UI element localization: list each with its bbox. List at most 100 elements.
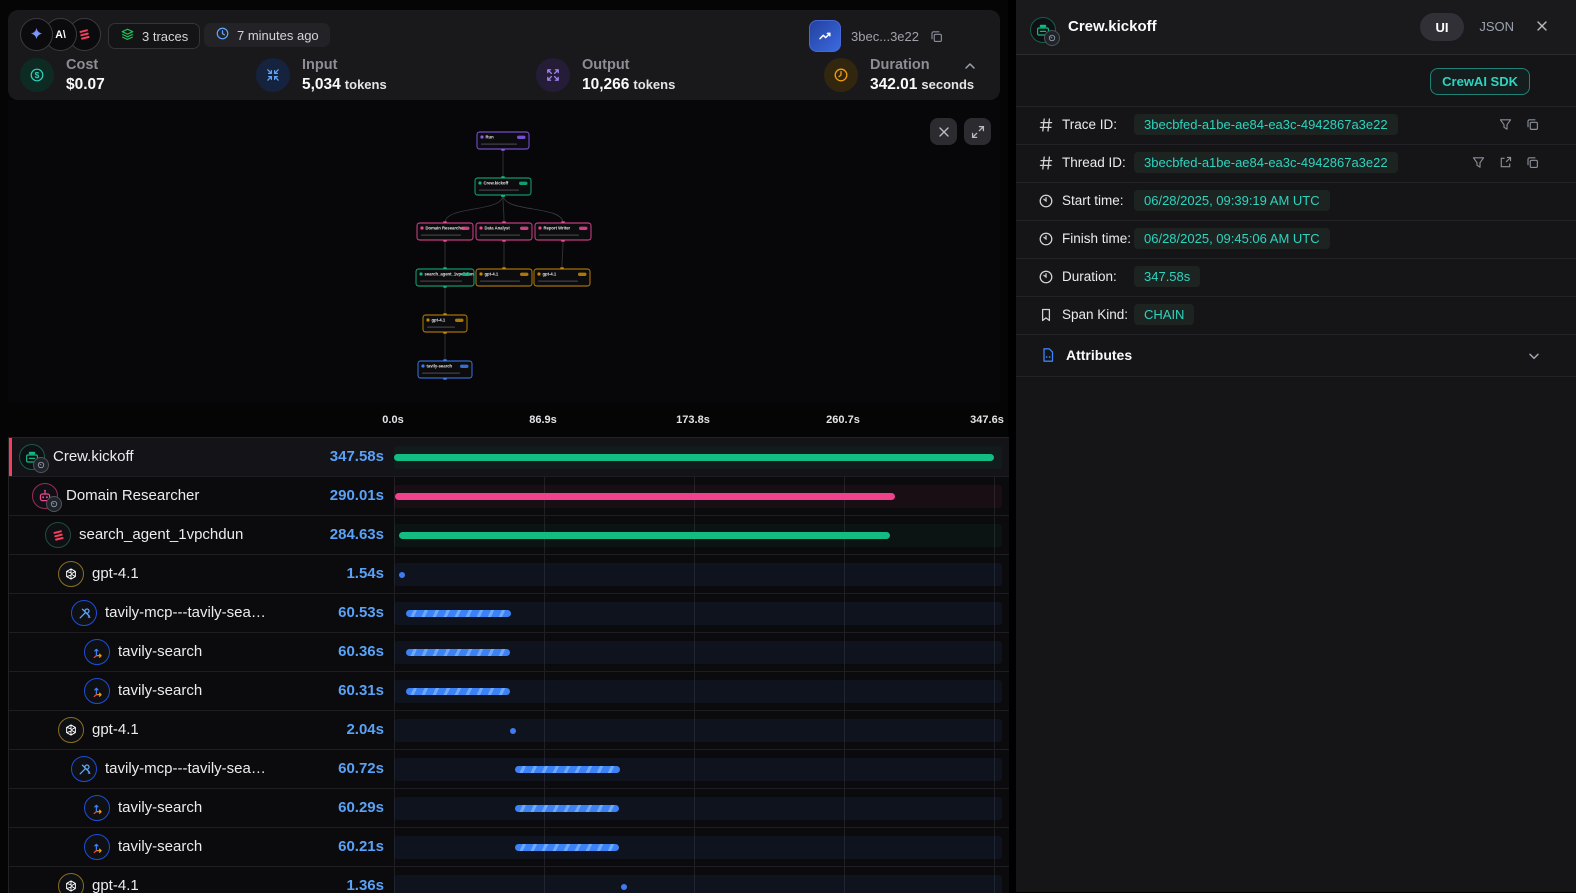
sdk-badge-row: CrewAI SDK	[1016, 54, 1576, 106]
span-row-tavily-search[interactable]: tavily-search60.36s	[9, 633, 1009, 672]
field-label: Start time:	[1062, 193, 1124, 208]
timeline-track	[394, 797, 1002, 820]
doc-icon	[1040, 347, 1056, 368]
metric-label: Input	[302, 57, 337, 73]
field-value[interactable]: 347.58s	[1134, 266, 1200, 287]
trace-age-label: 7 minutes ago	[237, 28, 319, 43]
span-details-panel: Crew.kickoff UI JSON CrewAI SDK Trace ID…	[1016, 0, 1576, 892]
graph-node-llm1[interactable]: gpt-4.1	[423, 315, 467, 332]
provider-avatars: A\	[20, 18, 101, 52]
span-bar[interactable]	[406, 610, 511, 617]
metric-value: 5,034	[302, 76, 341, 93]
span-row-tavily-mcp-tavily-sea-[interactable]: tavily-mcp---tavily-sea…60.72s	[9, 750, 1009, 789]
external-icon[interactable]	[1498, 155, 1513, 170]
copy-icon[interactable]	[929, 29, 944, 44]
span-row-domain-researcher[interactable]: Domain Researcher290.01s	[9, 477, 1009, 516]
openai-icon	[58, 717, 84, 743]
span-label: tavily-search	[118, 799, 202, 816]
metric-output: Output10,266tokens	[536, 54, 675, 96]
gauge-badge-icon	[46, 496, 62, 512]
metric-unit: seconds	[921, 77, 974, 92]
span-row-tavily-search[interactable]: tavily-search60.31s	[9, 672, 1009, 711]
span-label: search_agent_1vpchdun	[79, 526, 243, 543]
span-bar[interactable]	[395, 493, 896, 500]
span-bar[interactable]	[406, 649, 510, 656]
trace-id-chip: 3bec...3e22	[809, 20, 944, 52]
span-row-search-agent-1vpchdun[interactable]: search_agent_1vpchdun 284.63s	[9, 516, 1009, 555]
span-row-tavily-search[interactable]: tavily-search60.29s	[9, 789, 1009, 828]
span-row-crew-kickoff[interactable]: Crew.kickoff 347.58s	[9, 438, 1009, 477]
graph-node-search[interactable]: search_agent_1vpchdun	[416, 269, 474, 286]
svg-text:Crew.kickoff: Crew.kickoff	[484, 181, 509, 186]
span-bar[interactable]	[515, 805, 619, 812]
graph-node-domain[interactable]: Domain Researcher	[417, 223, 473, 240]
copy-icon[interactable]	[1525, 155, 1540, 170]
span-bar[interactable]	[394, 454, 994, 461]
svg-text:gpt-4.1: gpt-4.1	[432, 318, 446, 323]
gemini-sparkle-logo	[20, 18, 53, 51]
span-bar[interactable]	[515, 766, 620, 773]
span-bar[interactable]	[621, 884, 627, 890]
span-label: tavily-search	[118, 838, 202, 855]
field-duration-: Duration:347.58s	[1016, 259, 1576, 297]
metric-input: Input5,034tokens	[256, 54, 387, 96]
filter-icon[interactable]	[1471, 155, 1486, 170]
graph-node-llm3[interactable]: gpt-4.1	[534, 269, 590, 286]
span-row-gpt-4-1[interactable]: gpt-4.12.04s	[9, 711, 1009, 750]
span-bar[interactable]	[399, 532, 890, 539]
graph-node-llm2[interactable]: gpt-4.1	[476, 269, 532, 286]
span-bar[interactable]	[510, 728, 516, 734]
span-row-gpt-4-1[interactable]: gpt-4.11.54s	[9, 555, 1009, 594]
openai-icon	[58, 561, 84, 587]
span-label: Crew.kickoff	[53, 448, 134, 465]
copy-icon[interactable]	[1525, 117, 1540, 132]
field-value[interactable]: 06/28/2025, 09:39:19 AM UTC	[1134, 190, 1330, 211]
graph-node-kickoff[interactable]: Crew.kickoff	[475, 178, 531, 195]
attributes-label: Attributes	[1066, 347, 1132, 363]
graph-node-data[interactable]: Data Analyst	[476, 223, 532, 240]
tab-ui[interactable]: UI	[1420, 13, 1464, 41]
span-bar[interactable]	[515, 844, 619, 851]
traces-count-badge[interactable]: 3 traces	[108, 23, 200, 49]
trace-summary-card: A\ 3 traces 7 minutes ago 3bec...3e22 $C…	[8, 10, 1000, 100]
svg-text:tavily-search: tavily-search	[427, 364, 453, 369]
span-details-header: Crew.kickoff UI JSON	[1016, 0, 1576, 55]
graph-expand-button[interactable]	[964, 118, 991, 145]
field-trace-id-: Trace ID:3becbfed-a1be-ae84-ea3c-4942867…	[1016, 107, 1576, 145]
trace-graph[interactable]: Run Crew.kickoff Domain ResearcherData Ana…	[8, 100, 1000, 403]
graph-node-run[interactable]: Run	[477, 132, 529, 149]
span-row-tavily-search[interactable]: tavily-search60.21s	[9, 828, 1009, 867]
span-row-gpt-4-1[interactable]: gpt-4.11.36s	[9, 867, 1009, 893]
timeline-track	[394, 719, 1002, 742]
attributes-section-toggle[interactable]: Attributes	[1016, 335, 1576, 377]
timeline-track	[394, 875, 1002, 893]
span-row-tavily-mcp-tavily-sea-[interactable]: tavily-mcp---tavily-sea…60.53s	[9, 594, 1009, 633]
field-label: Thread ID:	[1062, 155, 1126, 170]
axis-tick: 0.0s	[382, 414, 403, 426]
sdk-badge[interactable]: CrewAI SDK	[1430, 68, 1530, 95]
span-bar[interactable]	[406, 688, 510, 695]
tab-json[interactable]: JSON	[1479, 19, 1514, 34]
span-title: Crew.kickoff	[1068, 18, 1157, 35]
span-bar[interactable]	[399, 572, 405, 578]
field-finish-time-: Finish time:06/28/2025, 09:45:06 AM UTC	[1016, 221, 1576, 259]
graph-close-button[interactable]	[930, 118, 957, 145]
layers-icon	[120, 27, 135, 45]
close-panel-icon[interactable]	[1534, 18, 1550, 39]
trace-age-badge: 7 minutes ago	[204, 23, 330, 47]
field-value[interactable]: 3becbfed-a1be-ae84-ea3c-4942867a3e22	[1134, 152, 1398, 173]
metric-value: $0.07	[66, 76, 105, 93]
span-duration: 347.58s	[279, 448, 384, 465]
span-duration: 284.63s	[279, 526, 384, 543]
metric-duration: Duration342.01seconds	[824, 54, 974, 96]
timeline-track	[394, 836, 1002, 859]
span-duration: 1.36s	[279, 877, 384, 893]
timeline-axis: 0.0s86.9s173.8s260.7s347.6s	[8, 405, 1008, 437]
graph-node-tool[interactable]: tavily-search	[418, 361, 472, 378]
field-value[interactable]: CHAIN	[1134, 304, 1194, 325]
field-value[interactable]: 3becbfed-a1be-ae84-ea3c-4942867a3e22	[1134, 114, 1398, 135]
graph-node-report[interactable]: Report Writer	[535, 223, 591, 240]
filter-icon[interactable]	[1498, 117, 1513, 132]
field-value[interactable]: 06/28/2025, 09:45:06 AM UTC	[1134, 228, 1330, 249]
field-label: Span Kind:	[1062, 307, 1128, 322]
